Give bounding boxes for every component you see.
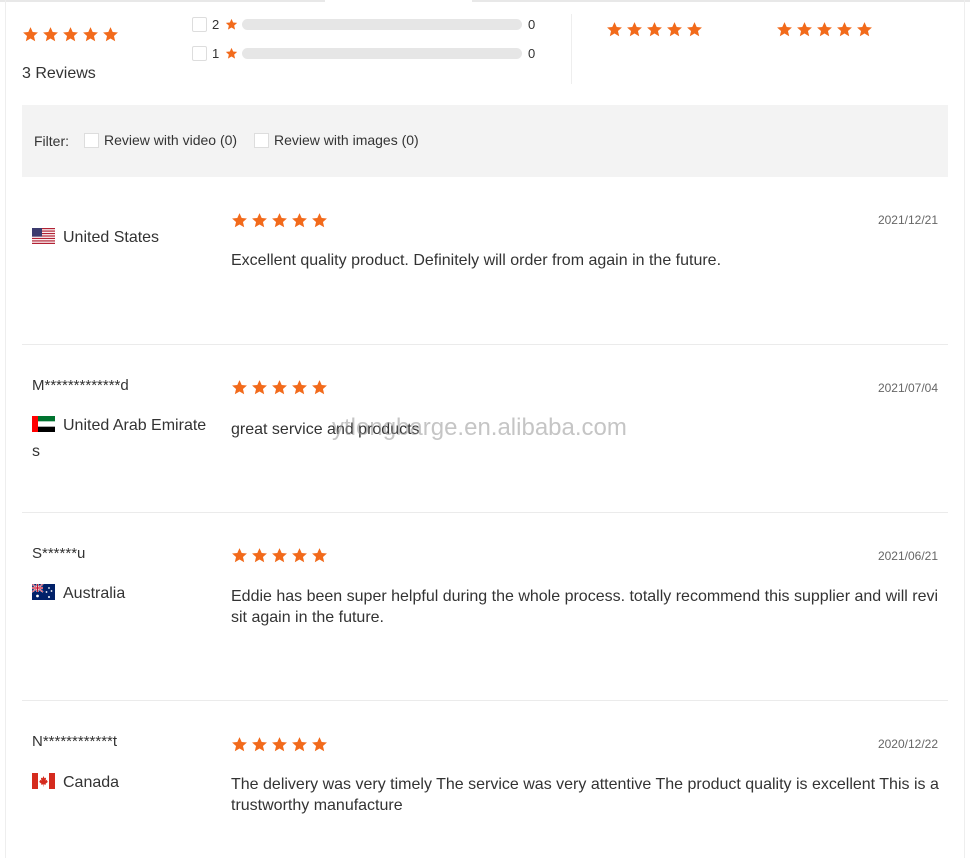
star-icon [225, 47, 238, 60]
review-item: M*************d United Arab Emirates 202… [22, 345, 948, 513]
summary-divider [571, 14, 572, 84]
filter-label: Filter: [34, 133, 69, 149]
overall-rating-stars [22, 26, 119, 43]
review-text: Eddie has been super helpful during the … [231, 588, 939, 626]
star-icon [836, 21, 853, 38]
sub-rating-stars [776, 21, 873, 38]
star-icon [311, 736, 328, 753]
star-icon [776, 21, 793, 38]
rating-breakdown-row-1[interactable]: 1 0 [192, 45, 535, 61]
star-icon [291, 212, 308, 229]
star-icon [291, 379, 308, 396]
star-icon [42, 26, 59, 43]
images-filter-label: Review with images (0) [274, 132, 419, 148]
star-icon [626, 21, 643, 38]
star-icon [816, 21, 833, 38]
star-icon [666, 21, 683, 38]
star-icon [251, 379, 268, 396]
star-icon [231, 379, 248, 396]
review-text: The delivery was very timely The service… [231, 776, 939, 814]
review-stars [231, 736, 328, 753]
reviewer-name: M*************d [32, 377, 129, 394]
images-filter-checkbox[interactable] [254, 132, 269, 148]
reviewer-name: S******u [32, 545, 86, 562]
canada-flag-icon [32, 773, 55, 789]
review-text: Excellent quality product. Definitely wi… [231, 252, 722, 269]
review-item: S******u Australia 2021/06/21 Eddie has … [22, 513, 948, 701]
filter-video-option[interactable]: Review with video (0) [84, 132, 237, 148]
star-icon [271, 212, 288, 229]
star-icon [271, 547, 288, 564]
star-icon [291, 736, 308, 753]
rating-level: 1 [212, 45, 220, 61]
review-text: great service and products [231, 421, 420, 438]
review-stars [231, 379, 328, 396]
star-icon [311, 547, 328, 564]
review-date: 2021/06/21 [877, 549, 938, 563]
rating-count: 0 [528, 45, 536, 61]
rating-filter-checkbox[interactable] [192, 45, 207, 61]
review-date: 2021/12/21 [877, 213, 938, 227]
star-icon [231, 547, 248, 564]
star-icon [796, 21, 813, 38]
video-filter-checkbox[interactable] [84, 132, 99, 148]
star-icon [291, 547, 308, 564]
reviewer-country: United Arab Emirates [32, 413, 212, 465]
star-icon [606, 21, 623, 38]
rating-level: 2 [212, 16, 220, 32]
star-icon [271, 736, 288, 753]
star-icon [82, 26, 99, 43]
country-name: Canada [63, 774, 120, 791]
star-icon [225, 18, 238, 31]
country-name: United Arab Emirates [32, 417, 207, 460]
star-icon [231, 736, 248, 753]
uae-flag-icon [32, 416, 55, 432]
review-date: 2020/12/22 [877, 737, 938, 751]
reviewer-country: United States [32, 225, 212, 251]
star-icon [251, 547, 268, 564]
rating-bar [242, 47, 522, 59]
filter-bar: Filter: Review with video (0) Review wit… [22, 105, 948, 177]
star-icon [856, 21, 873, 38]
country-name: Australia [63, 585, 126, 602]
review-stars [231, 212, 328, 229]
star-icon [251, 736, 268, 753]
rating-breakdown-row-2[interactable]: 2 0 [192, 16, 535, 32]
review-date: 2021/07/04 [877, 381, 938, 395]
star-icon [102, 26, 119, 43]
reviewer-name: N************t [32, 733, 118, 750]
rating-filter-checkbox[interactable] [192, 16, 207, 32]
rating-count: 0 [528, 16, 536, 32]
star-icon [271, 379, 288, 396]
reviewer-country: Australia [32, 581, 212, 607]
review-count: 3 Reviews [22, 65, 96, 82]
sub-rating-stars [606, 21, 703, 38]
reviewer-country: Canada [32, 770, 212, 796]
star-icon [251, 212, 268, 229]
star-icon [231, 212, 248, 229]
australia-flag-icon [32, 584, 55, 600]
us-flag-icon [32, 228, 55, 244]
star-icon [311, 379, 328, 396]
star-icon [686, 21, 703, 38]
video-filter-label: Review with video (0) [104, 132, 238, 148]
filter-images-option[interactable]: Review with images (0) [254, 132, 419, 148]
review-item: United States 2021/12/21 Excellent quali… [22, 177, 948, 345]
star-icon [646, 21, 663, 38]
review-item: N************t Canada 2020/12/22 The del… [22, 701, 948, 858]
rating-bar [242, 18, 522, 30]
star-icon [311, 212, 328, 229]
country-name: United States [63, 229, 160, 246]
star-icon [22, 26, 39, 43]
star-icon [62, 26, 79, 43]
review-stars [231, 547, 328, 564]
